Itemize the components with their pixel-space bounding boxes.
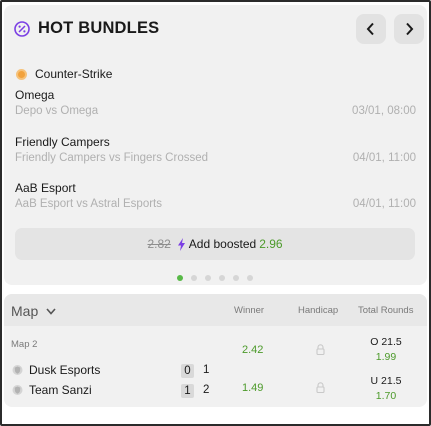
team-row: Team Sanzi	[12, 383, 92, 397]
pagination-dot[interactable]	[191, 275, 197, 281]
lock-icon	[316, 382, 325, 393]
percent-badge-icon	[14, 21, 30, 37]
team-shield-icon	[12, 365, 23, 375]
boost-label: Add boosted	[188, 237, 257, 251]
event-matchup: AaB Esport vs Astral Esports	[15, 198, 163, 210]
pagination-dot[interactable]	[247, 275, 253, 281]
chevron-down-icon	[46, 307, 56, 315]
chevron-right-icon	[406, 22, 414, 36]
team-name: Team Sanzi	[29, 383, 92, 397]
add-boosted-button[interactable]: 2.82 Add boosted 2.96	[15, 228, 415, 260]
next-button[interactable]	[394, 14, 424, 44]
map-score: 1	[181, 384, 194, 398]
map-score: 0	[181, 364, 194, 378]
total-odds-button[interactable]: 1.99	[366, 351, 406, 363]
total-odds-button[interactable]: 1.70	[366, 390, 406, 402]
column-header-handicap: Handicap	[298, 305, 339, 316]
map-market-card: Map Winner Handicap Total Rounds Map 2 D…	[4, 294, 427, 407]
previous-button[interactable]	[356, 14, 386, 44]
pagination-dot[interactable]	[205, 275, 211, 281]
map-dropdown-label: Map	[11, 303, 39, 319]
map-dropdown[interactable]: Map	[11, 303, 56, 319]
series-score: 2	[203, 384, 210, 396]
bundle-event-1[interactable]: Omega Depo vs Omega 03/01, 08:00	[15, 88, 417, 124]
total-line: O 21.5	[370, 336, 402, 348]
event-title: Omega	[15, 88, 55, 102]
market-header: Map Winner Handicap Total Rounds	[4, 294, 427, 326]
team-shield-icon	[12, 385, 23, 395]
total-line: U 21.5	[370, 375, 402, 387]
event-matchup: Friendly Campers vs Fingers Crossed	[15, 152, 209, 164]
series-score: 1	[203, 364, 210, 376]
hot-bundles-card: HOT BUNDLES Counter-Strike Omega Depo vs…	[4, 5, 427, 285]
old-odds: 2.82	[147, 237, 171, 251]
event-title: AaB Esport	[15, 181, 76, 195]
team-row: Dusk Esports	[12, 363, 100, 377]
bundle-event-3[interactable]: AaB Esport AaB Esport vs Astral Esports …	[15, 181, 417, 217]
boosted-odds: 2.96	[259, 237, 283, 251]
event-time: 04/01, 11:00	[352, 152, 416, 164]
event-time: 03/01, 08:00	[352, 105, 416, 117]
column-header-total-rounds: Total Rounds	[358, 305, 414, 316]
winner-odds-button[interactable]: 1.49	[242, 382, 263, 394]
event-time: 04/01, 11:00	[352, 198, 416, 210]
pagination-dot[interactable]	[219, 275, 225, 281]
sport-name: Counter-Strike	[35, 67, 113, 81]
sport-row: Counter-Strike	[16, 67, 112, 81]
chevron-left-icon	[366, 22, 374, 36]
column-header-winner: Winner	[234, 305, 265, 316]
pagination-dot[interactable]	[233, 275, 239, 281]
map-label: Map 2	[11, 339, 38, 350]
section-title: HOT BUNDLES	[38, 19, 160, 37]
pagination-dot[interactable]	[177, 275, 183, 281]
counter-strike-icon	[16, 68, 27, 80]
event-title: Friendly Campers	[15, 135, 110, 149]
event-matchup: Depo vs Omega	[15, 105, 99, 117]
lock-icon	[316, 344, 325, 355]
bundle-event-2[interactable]: Friendly Campers Friendly Campers vs Fin…	[15, 135, 417, 171]
carousel-pagination	[177, 275, 253, 281]
winner-odds-button[interactable]: 2.42	[242, 344, 263, 356]
team-name: Dusk Esports	[29, 363, 101, 377]
lightning-bolt-icon	[177, 237, 185, 251]
